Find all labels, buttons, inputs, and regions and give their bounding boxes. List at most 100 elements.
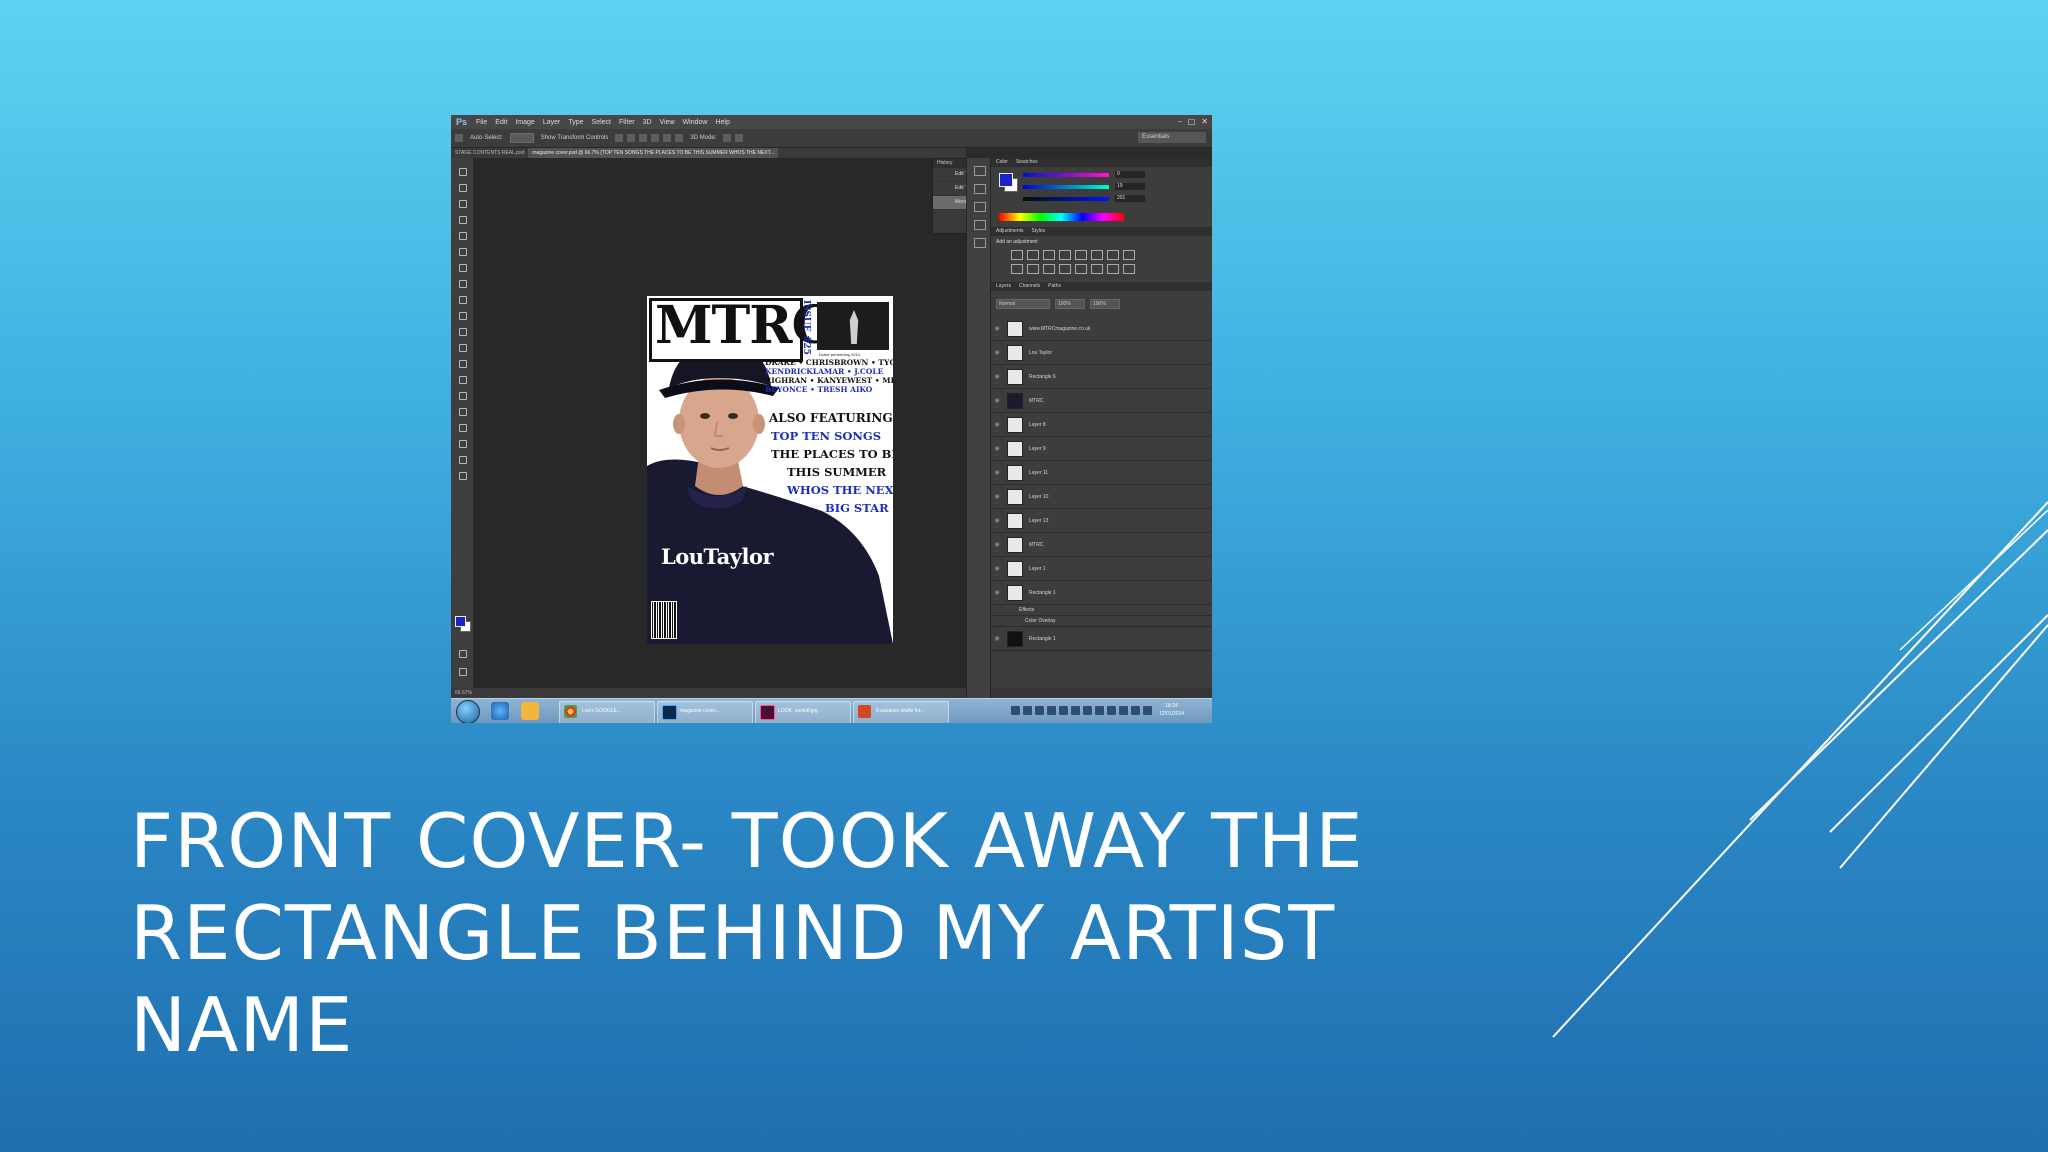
taskbar-window-indesign[interactable]: LOOK, vantuff.jpg	[755, 701, 851, 723]
marquee-tool-icon[interactable]	[457, 182, 467, 192]
eye-icon[interactable]: ◉	[991, 517, 1003, 524]
taskbar-window-chrome[interactable]: Lou's GOOGLE...	[559, 701, 655, 723]
gradient-map-icon[interactable]	[1107, 264, 1119, 274]
eye-icon[interactable]: ◉	[991, 589, 1003, 596]
dodge-tool-icon[interactable]	[457, 374, 467, 384]
canvas-area[interactable]: MTRC ISSUE #25 Drake performing 2014 DRA…	[473, 158, 966, 688]
tab-stage-contents[interactable]: STAGE CONTENTS REAL.psd	[451, 148, 528, 158]
type-tool-icon[interactable]	[457, 406, 467, 416]
tab-adjustments[interactable]: Adjustments	[996, 227, 1024, 236]
layer-name[interactable]: Layer 1	[1029, 566, 1046, 572]
menu-file[interactable]: File	[472, 119, 491, 126]
layer-row[interactable]: ◉ Rectangle 1	[991, 627, 1212, 651]
eye-icon[interactable]: ◉	[991, 635, 1003, 642]
auto-select-dropdown[interactable]	[509, 133, 534, 143]
threshold-icon[interactable]	[1091, 264, 1103, 274]
layer-row[interactable]: ◉ MTRC	[991, 389, 1212, 413]
pen-tool-icon[interactable]	[457, 390, 467, 400]
green-value[interactable]: 19	[1115, 183, 1145, 190]
layer-name[interactable]: www.MTRCmagazine.co.uk	[1029, 326, 1090, 332]
selective-color-icon[interactable]	[1123, 264, 1135, 274]
eye-icon[interactable]: ◉	[991, 493, 1003, 500]
channel-mixer-icon[interactable]	[1027, 264, 1039, 274]
tray-icon[interactable]	[1143, 706, 1152, 715]
align-icon[interactable]	[627, 134, 636, 142]
photo-filter-icon[interactable]	[1011, 264, 1023, 274]
crop-tool-icon[interactable]	[457, 230, 467, 240]
tray-icon[interactable]	[1071, 706, 1080, 715]
layer-row[interactable]: ◉ Rectangle 6	[991, 365, 1212, 389]
magazine-cover[interactable]: MTRC ISSUE #25 Drake performing 2014 DRA…	[647, 296, 893, 644]
lasso-tool-icon[interactable]	[457, 198, 467, 208]
eye-icon[interactable]: ◉	[991, 373, 1003, 380]
tab-styles[interactable]: Styles	[1032, 227, 1046, 236]
layer-row[interactable]: ◉ Layer 9	[991, 437, 1212, 461]
levels-icon[interactable]	[1027, 250, 1039, 260]
menu-edit[interactable]: Edit	[491, 119, 511, 126]
hand-tool-icon[interactable]	[457, 454, 467, 464]
exposure-icon[interactable]	[1059, 250, 1071, 260]
properties-icon[interactable]	[974, 184, 986, 194]
layer-row[interactable]: ◉ MTRC	[991, 533, 1212, 557]
shape-tool-icon[interactable]	[457, 438, 467, 448]
tray-icon[interactable]	[1011, 706, 1020, 715]
panel-foreground-swatch[interactable]	[999, 173, 1013, 187]
layer-name[interactable]: Layer 8	[1029, 422, 1046, 428]
layer-row[interactable]: ◉ Layer 10	[991, 485, 1212, 509]
move-tool-icon[interactable]	[457, 166, 467, 176]
eye-icon[interactable]: ◉	[991, 565, 1003, 572]
green-slider[interactable]	[1023, 185, 1109, 189]
hue-saturation-icon[interactable]	[1091, 250, 1103, 260]
eraser-tool-icon[interactable]	[457, 326, 467, 336]
menu-select[interactable]: Select	[588, 119, 615, 126]
black-white-icon[interactable]	[1123, 250, 1135, 260]
brightness-icon[interactable]	[1011, 250, 1023, 260]
tray-icon[interactable]	[1023, 706, 1032, 715]
eye-icon[interactable]: ◉	[991, 397, 1003, 404]
layer-name[interactable]: Rectangle 1	[1029, 590, 1056, 596]
posterize-icon[interactable]	[1075, 264, 1087, 274]
tab-paths[interactable]: Paths	[1048, 282, 1061, 291]
tab-color[interactable]: Color	[996, 158, 1008, 167]
layer-effects-label[interactable]: Effects	[1003, 607, 1034, 613]
menu-3d[interactable]: 3D	[639, 119, 656, 126]
3d-rotate-icon[interactable]	[723, 134, 732, 142]
eye-icon[interactable]: ◉	[991, 325, 1003, 332]
layer-name[interactable]: Layer 10	[1029, 494, 1048, 500]
taskbar-window-powerpoint[interactable]: Evaluation drafts for...	[853, 701, 949, 723]
layer-name[interactable]: MTRC	[1029, 398, 1043, 404]
auto-select-label[interactable]: Auto-Select:	[467, 135, 506, 141]
foreground-color-swatch[interactable]	[455, 616, 466, 627]
quick-select-tool-icon[interactable]	[457, 214, 467, 224]
menu-window[interactable]: Window	[679, 119, 712, 126]
character-icon[interactable]	[974, 202, 986, 212]
menu-view[interactable]: View	[656, 119, 679, 126]
layer-effect-label[interactable]: Color Overlay	[1003, 618, 1056, 624]
layer-name[interactable]: Lou Taylor	[1029, 350, 1052, 356]
paragraph-icon[interactable]	[974, 220, 986, 230]
opacity-field[interactable]: 100%	[1055, 299, 1085, 309]
tray-icon[interactable]	[1131, 706, 1140, 715]
blur-tool-icon[interactable]	[457, 358, 467, 368]
blue-slider[interactable]	[1023, 197, 1109, 201]
transform-controls-label[interactable]: Show Transform Controls	[538, 135, 612, 141]
path-select-tool-icon[interactable]	[457, 422, 467, 432]
tab-magazine-cover[interactable]: magazine cover.psd @ 66.7% (TOP TEN SONG…	[528, 148, 779, 158]
info-icon[interactable]	[974, 238, 986, 248]
distribute-icon[interactable]	[651, 134, 660, 142]
layer-name[interactable]: Rectangle 1	[1029, 636, 1056, 642]
blue-value[interactable]: 201	[1115, 195, 1145, 202]
tray-icon[interactable]	[1047, 706, 1056, 715]
invert-icon[interactable]	[1059, 264, 1071, 274]
tray-icon[interactable]	[1035, 706, 1044, 715]
eye-icon[interactable]: ◉	[991, 445, 1003, 452]
eye-icon[interactable]: ◉	[991, 541, 1003, 548]
eye-icon[interactable]: ◉	[991, 349, 1003, 356]
history-brush-tool-icon[interactable]	[457, 310, 467, 320]
layer-name[interactable]: Rectangle 6	[1029, 374, 1056, 380]
tray-icon[interactable]	[1095, 706, 1104, 715]
ie-icon[interactable]	[491, 702, 509, 720]
menu-type[interactable]: Type	[564, 119, 587, 126]
eye-icon[interactable]: ◉	[991, 469, 1003, 476]
tab-channels[interactable]: Channels	[1019, 282, 1040, 291]
